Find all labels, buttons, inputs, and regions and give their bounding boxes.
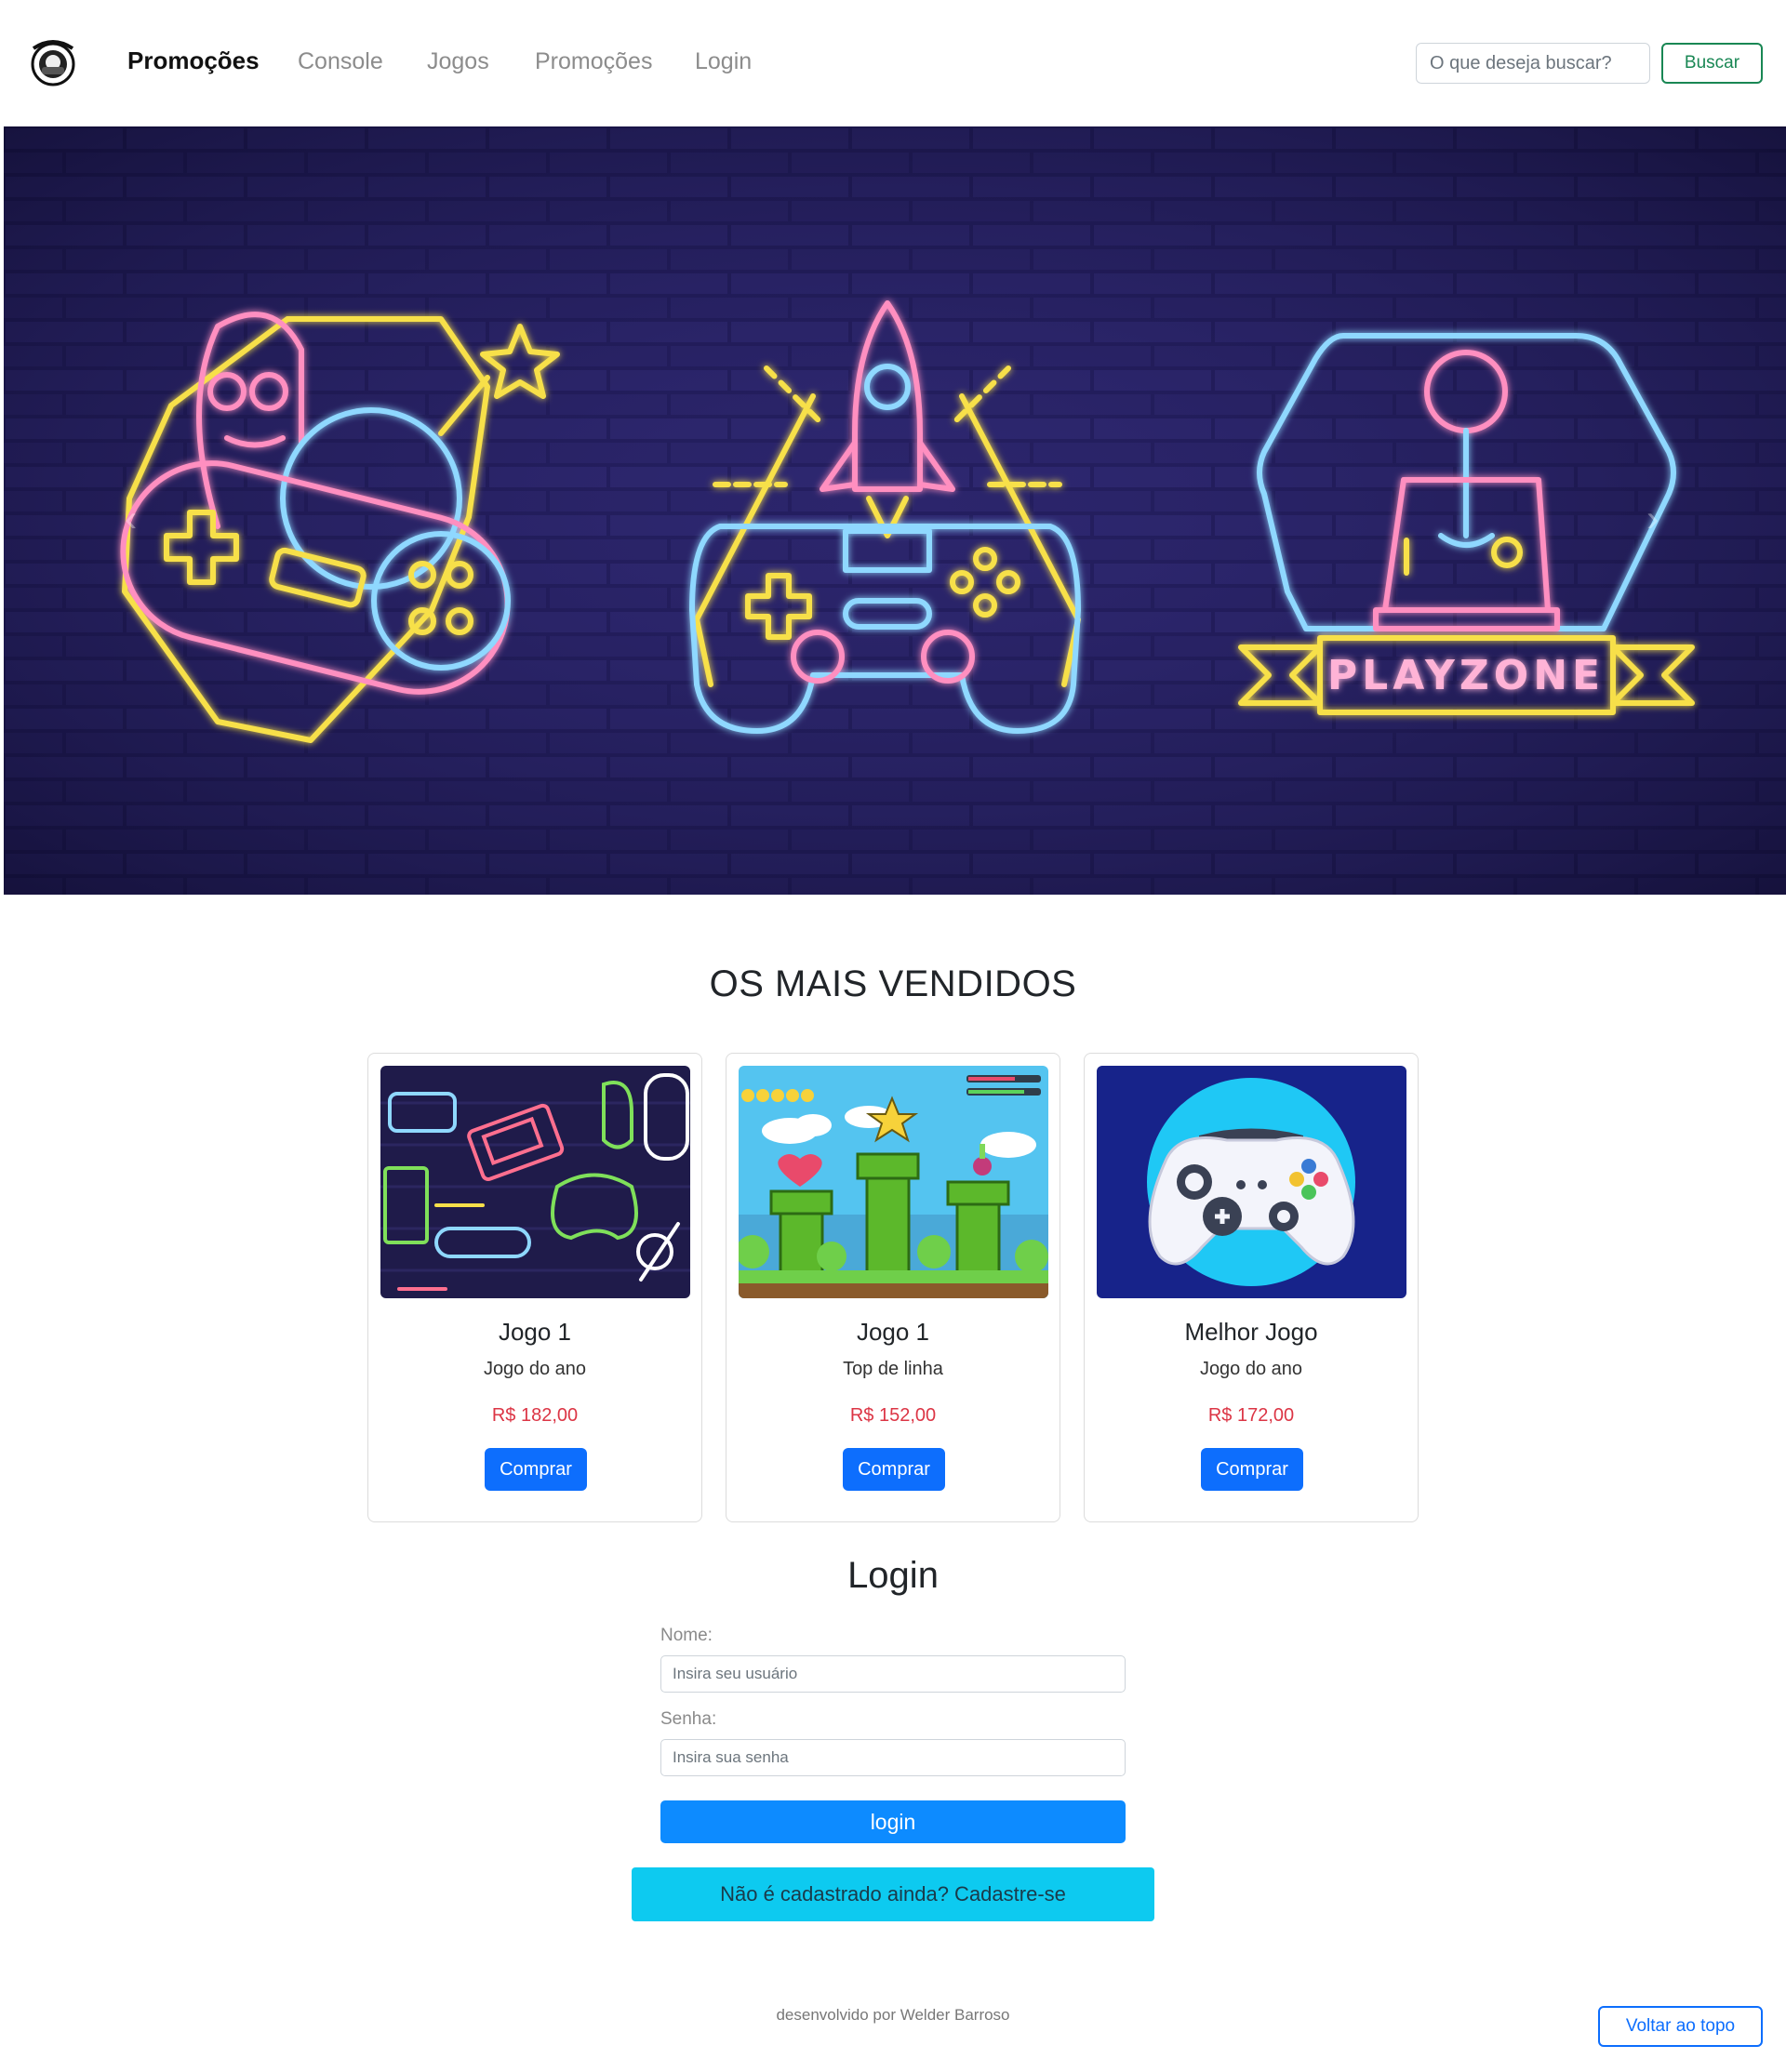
- login-title: Login: [847, 1555, 939, 1596]
- register-button[interactable]: Não é cadastrado ainda? Cadastre-se: [632, 1867, 1154, 1921]
- chevron-right-icon[interactable]: ›: [1646, 498, 1659, 540]
- gaming-logo-icon[interactable]: [26, 35, 80, 89]
- username-input[interactable]: [660, 1655, 1126, 1693]
- product-title: Jogo 1: [856, 1318, 930, 1346]
- product-image-neon-controllers[interactable]: [380, 1066, 690, 1298]
- buy-button[interactable]: Comprar: [843, 1448, 945, 1491]
- product-subtitle: Top de linha: [843, 1359, 943, 1379]
- product-title: Jogo 1: [498, 1318, 572, 1346]
- buy-button[interactable]: Comprar: [485, 1448, 587, 1491]
- nav-link-console[interactable]: Console: [298, 48, 383, 75]
- name-label: Nome:: [660, 1626, 713, 1645]
- playzone-sign-text: PLAYZONE: [1327, 652, 1605, 699]
- nav-link-login[interactable]: Login: [695, 48, 752, 75]
- back-to-top-button[interactable]: Voltar ao topo: [1598, 2006, 1763, 2047]
- product-price: R$ 182,00: [491, 1405, 579, 1426]
- product-image-platformer[interactable]: [739, 1066, 1048, 1298]
- buy-button[interactable]: Comprar: [1201, 1448, 1303, 1491]
- product-title: Melhor Jogo: [1184, 1318, 1318, 1346]
- product-card: Melhor Jogo Jogo do ano R$ 172,00 Compra…: [1084, 1053, 1419, 1522]
- product-price: R$ 152,00: [849, 1405, 937, 1426]
- search-input[interactable]: [1416, 43, 1650, 84]
- hero-carousel[interactable]: PLAYZONE ‹ ›: [4, 126, 1786, 895]
- product-image-gamepad[interactable]: [1097, 1066, 1406, 1298]
- password-label: Senha:: [660, 1709, 717, 1729]
- search-button[interactable]: Buscar: [1661, 43, 1763, 84]
- bestsellers-title: OS MAIS VENDIDOS: [709, 963, 1077, 1004]
- chevron-left-icon[interactable]: ‹: [125, 498, 137, 540]
- navbar-brand[interactable]: Promoções: [127, 46, 260, 75]
- nav-link-jogos[interactable]: Jogos: [427, 48, 489, 75]
- product-subtitle: Jogo do ano: [1199, 1359, 1303, 1379]
- product-subtitle: Jogo do ano: [483, 1359, 587, 1379]
- product-card: Jogo 1 Top de linha R$ 152,00 Comprar: [726, 1053, 1060, 1522]
- footer-credit: desenvolvido por Welder Barroso: [776, 2006, 1010, 2024]
- nav-link-promocoes[interactable]: Promoções: [535, 48, 652, 75]
- neon-banner-image: PLAYZONE: [4, 126, 1786, 895]
- password-input[interactable]: [660, 1739, 1126, 1776]
- login-button[interactable]: login: [660, 1800, 1126, 1843]
- product-price: R$ 172,00: [1207, 1405, 1295, 1426]
- product-card: Jogo 1 Jogo do ano R$ 182,00 Comprar: [367, 1053, 702, 1522]
- navbar: Promoções Console Jogos Promoções Login …: [0, 0, 1786, 126]
